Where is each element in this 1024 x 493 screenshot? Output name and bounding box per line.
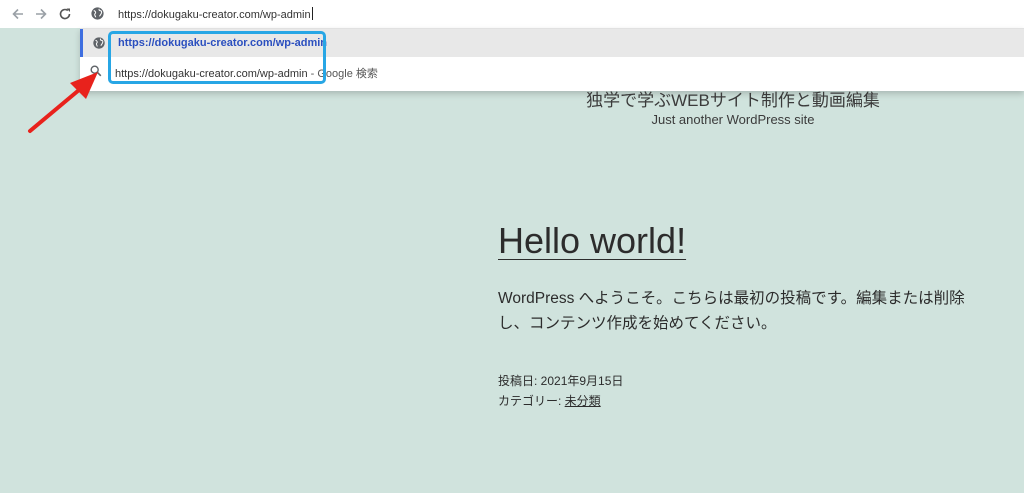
search-icon <box>90 65 102 77</box>
back-button[interactable] <box>9 5 27 23</box>
forward-arrow-icon <box>36 8 47 20</box>
post-date: 投稿日: 2021年9月15日 <box>498 374 624 388</box>
post-category-link[interactable]: 未分類 <box>565 394 601 408</box>
annotation-highlight-box <box>108 31 326 84</box>
globe-icon <box>91 7 104 20</box>
reload-icon <box>59 8 71 20</box>
browser-toolbar: https://dokugaku-creator.com/wp-admin <box>0 0 1024 28</box>
post-title-link[interactable]: Hello world! <box>498 220 686 262</box>
post-excerpt: WordPress へようこそ。こちらは最初の投稿です。編集または削除し、コンテ… <box>498 290 965 332</box>
text-cursor <box>311 7 313 20</box>
address-bar-input[interactable]: https://dokugaku-creator.com/wp-admin <box>118 7 313 21</box>
site-title[interactable]: 独学で学ぶWEBサイト制作と動画編集 <box>560 86 906 111</box>
post-category-row: カテゴリー: 未分類 <box>498 391 623 411</box>
site-tagline: Just another WordPress site <box>651 112 815 127</box>
reload-button[interactable] <box>56 5 74 23</box>
forward-button[interactable] <box>32 5 50 23</box>
address-bar[interactable]: https://dokugaku-creator.com/wp-admin <box>84 0 1024 28</box>
back-arrow-icon <box>12 8 23 20</box>
post-meta: 投稿日: 2021年9月15日 カテゴリー: 未分類 <box>498 371 623 411</box>
globe-icon <box>93 37 105 49</box>
post-category-label: カテゴリー: <box>498 394 565 408</box>
